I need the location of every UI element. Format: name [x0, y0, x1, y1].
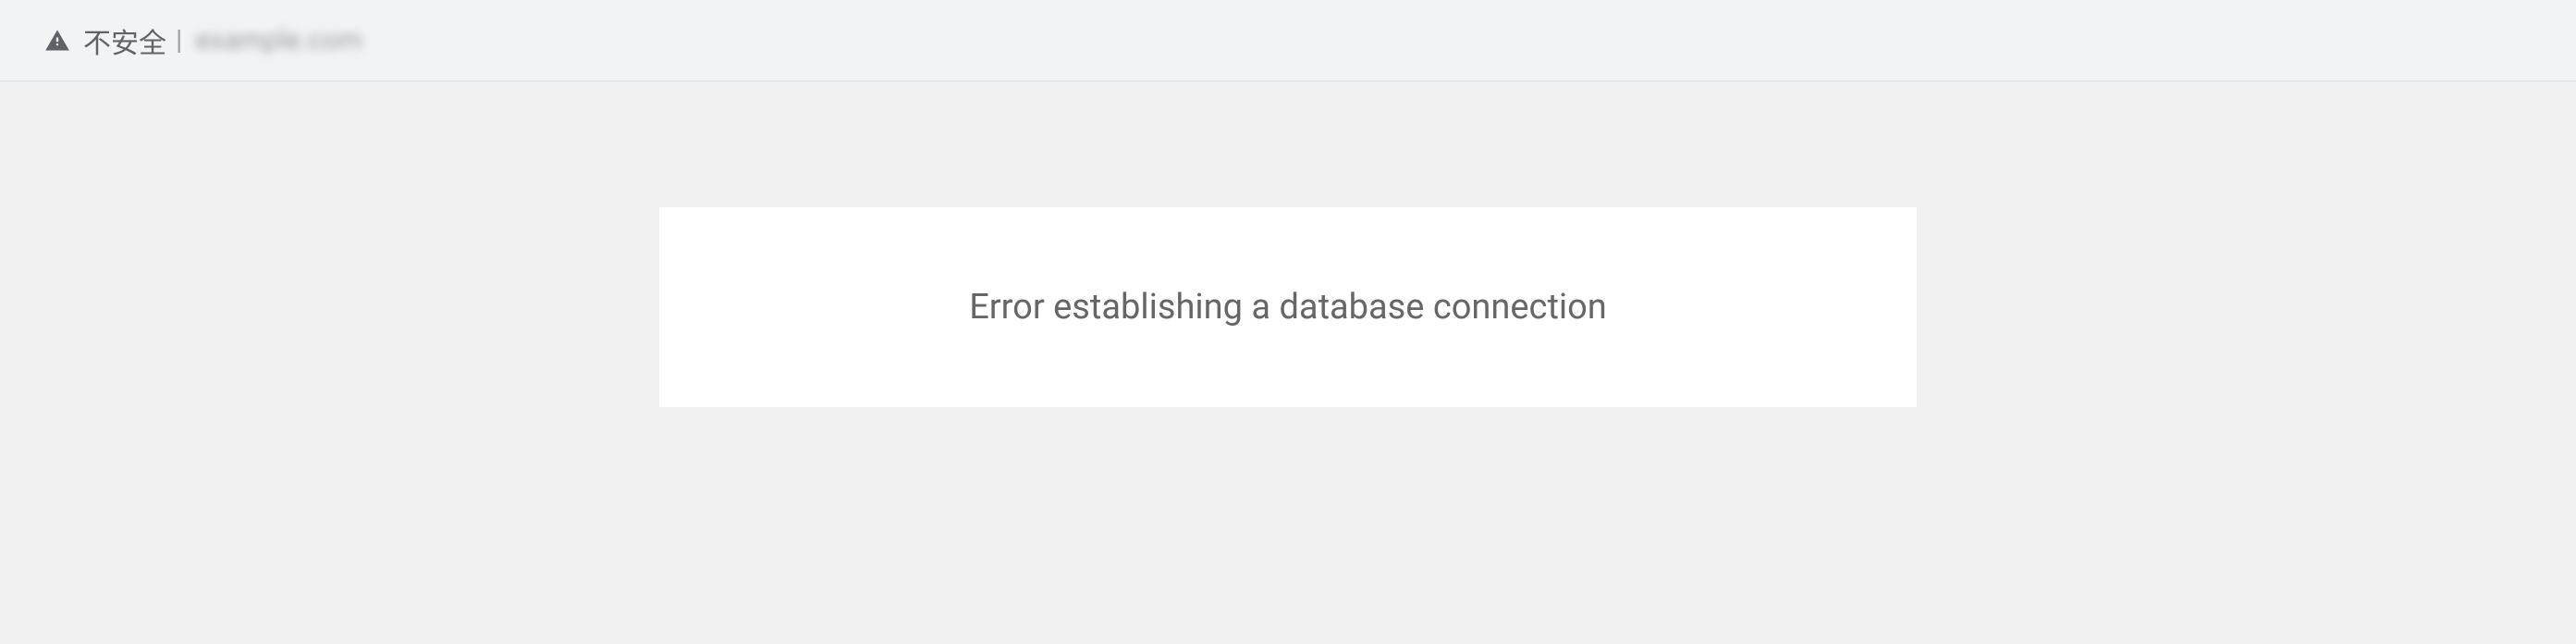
error-message: Error establishing a database connection [969, 287, 1607, 328]
warning-icon [44, 28, 70, 54]
error-box: Error establishing a database connection [659, 207, 1917, 407]
address-content[interactable]: 不安全 | example.com [26, 14, 2550, 68]
page-content: Error establishing a database connection [0, 81, 2576, 644]
security-status-text: 不安全 [83, 20, 166, 61]
address-separator: | [176, 24, 182, 56]
address-bar[interactable]: 不安全 | example.com [0, 0, 2576, 81]
url-text: example.com [195, 24, 362, 56]
